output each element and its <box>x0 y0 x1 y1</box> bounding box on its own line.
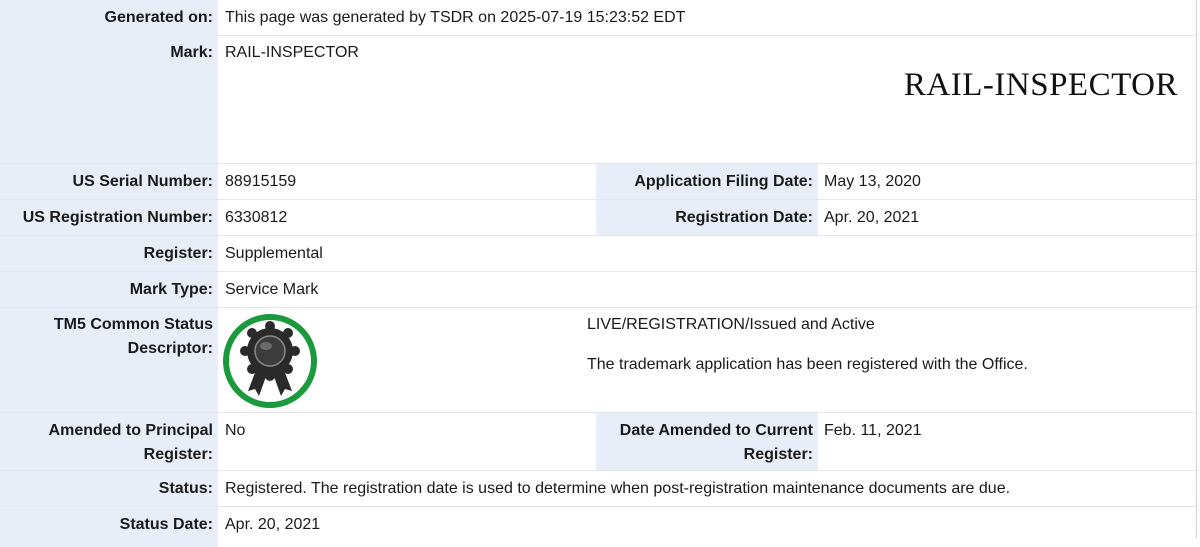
registration-row: US Registration Number: 6330812 Registra… <box>0 200 1196 236</box>
status-date-value: Apr. 20, 2021 <box>225 516 321 533</box>
mark-type-label: Mark Type: <box>0 272 218 307</box>
date-amended-value: Feb. 11, 2021 <box>824 422 922 439</box>
mark-type-row: Mark Type: Service Mark <box>0 272 1196 308</box>
amended-principal-value: No <box>225 422 246 439</box>
tm5-status-line: LIVE/REGISTRATION/Issued and Active <box>587 316 875 333</box>
date-amended-label: Date Amended to Current Register: <box>596 413 818 470</box>
mark-label: Mark: <box>0 35 218 163</box>
tm5-row: TM5 Common Status Descriptor: LIVE/REGIS… <box>0 308 1196 413</box>
date-amended-label-line1: Date Amended to Current <box>619 422 813 439</box>
date-amended-label-line2: Register: <box>743 446 813 463</box>
amended-principal-label: Amended to Principal Register: <box>0 413 218 470</box>
tsdr-status-table: Generated on: This page was generated by… <box>0 0 1197 547</box>
generated-label: Generated on: <box>0 0 218 35</box>
status-value: Registered. The registration date is use… <box>225 480 1011 497</box>
amended-principal-label-line1: Amended to Principal <box>48 422 213 439</box>
registration-number-label: US Registration Number: <box>0 200 218 235</box>
generated-row: Generated on: This page was generated by… <box>0 0 1196 36</box>
register-row: Register: Supplemental <box>0 236 1196 272</box>
generated-value: This page was generated by TSDR on 2025-… <box>225 9 686 26</box>
serial-value: 88915159 <box>225 173 297 190</box>
amended-row: Amended to Principal Register: No Date A… <box>0 413 1196 471</box>
tm5-label-line2: Descriptor: <box>127 340 213 357</box>
tm5-label: TM5 Common Status Descriptor: <box>0 308 218 412</box>
register-label: Register: <box>0 236 218 271</box>
registration-number-value: 6330812 <box>225 209 288 226</box>
status-label: Status: <box>0 471 218 506</box>
filing-date-label: Application Filing Date: <box>596 164 818 199</box>
status-date-label: Status Date: <box>0 507 218 547</box>
registration-date-label: Registration Date: <box>596 200 818 235</box>
filing-date-value: May 13, 2020 <box>824 173 921 190</box>
mark-type-value: Service Mark <box>225 281 319 298</box>
serial-row: US Serial Number: 88915159 Application F… <box>0 164 1196 200</box>
serial-label: US Serial Number: <box>0 164 218 199</box>
tm5-description: The trademark application has been regis… <box>587 356 1028 373</box>
mark-row: Mark: RAIL-INSPECTOR RAIL-INSPECTOR <box>0 35 1196 164</box>
mark-image: RAIL-INSPECTOR <box>903 67 1178 103</box>
ribbon-badge-icon <box>223 314 317 408</box>
amended-principal-label-line2: Register: <box>143 446 213 463</box>
status-date-row: Status Date: Apr. 20, 2021 <box>0 507 1196 547</box>
tm5-label-line1: TM5 Common Status <box>53 316 213 333</box>
mark-value: RAIL-INSPECTOR <box>225 44 359 61</box>
registration-date-value: Apr. 20, 2021 <box>824 209 920 226</box>
register-value: Supplemental <box>225 245 323 262</box>
status-row: Status: Registered. The registration dat… <box>0 471 1196 507</box>
